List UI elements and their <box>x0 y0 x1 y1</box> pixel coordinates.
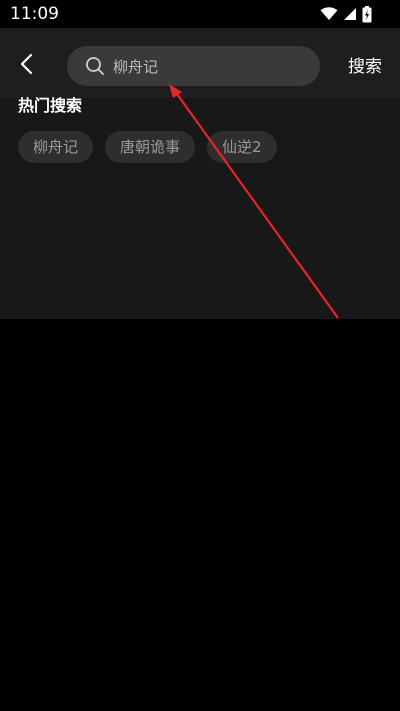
search-header: 搜索 <box>0 28 400 98</box>
hot-search-tag[interactable]: 柳舟记 <box>18 131 94 163</box>
hot-search-tag[interactable]: 仙逆2 <box>207 131 277 163</box>
hot-search-tag[interactable]: 唐朝诡事 <box>105 131 196 163</box>
battery-icon <box>362 5 372 23</box>
hot-search-title: 热门搜索 <box>18 96 83 115</box>
search-box[interactable] <box>67 46 320 86</box>
search-input[interactable] <box>113 57 303 75</box>
search-icon <box>84 55 106 77</box>
hot-search-tags: 柳舟记 唐朝诡事 仙逆2 <box>18 131 277 163</box>
search-screen: 11:09 柳舟记 搜索 热门搜索 柳舟记 唐朝诡事 仙逆2 <box>0 0 400 711</box>
signal-icon <box>343 7 357 21</box>
search-button[interactable]: 搜索 <box>348 55 382 79</box>
wifi-icon <box>320 7 338 21</box>
status-bar: 11:09 <box>0 0 400 28</box>
back-button[interactable] <box>12 49 42 79</box>
search-panel: 搜索 热门搜索 柳舟记 唐朝诡事 仙逆2 <box>0 28 400 319</box>
chevron-left-icon <box>19 53 35 75</box>
status-time: 11:09 <box>10 4 59 24</box>
status-icons <box>320 4 372 24</box>
